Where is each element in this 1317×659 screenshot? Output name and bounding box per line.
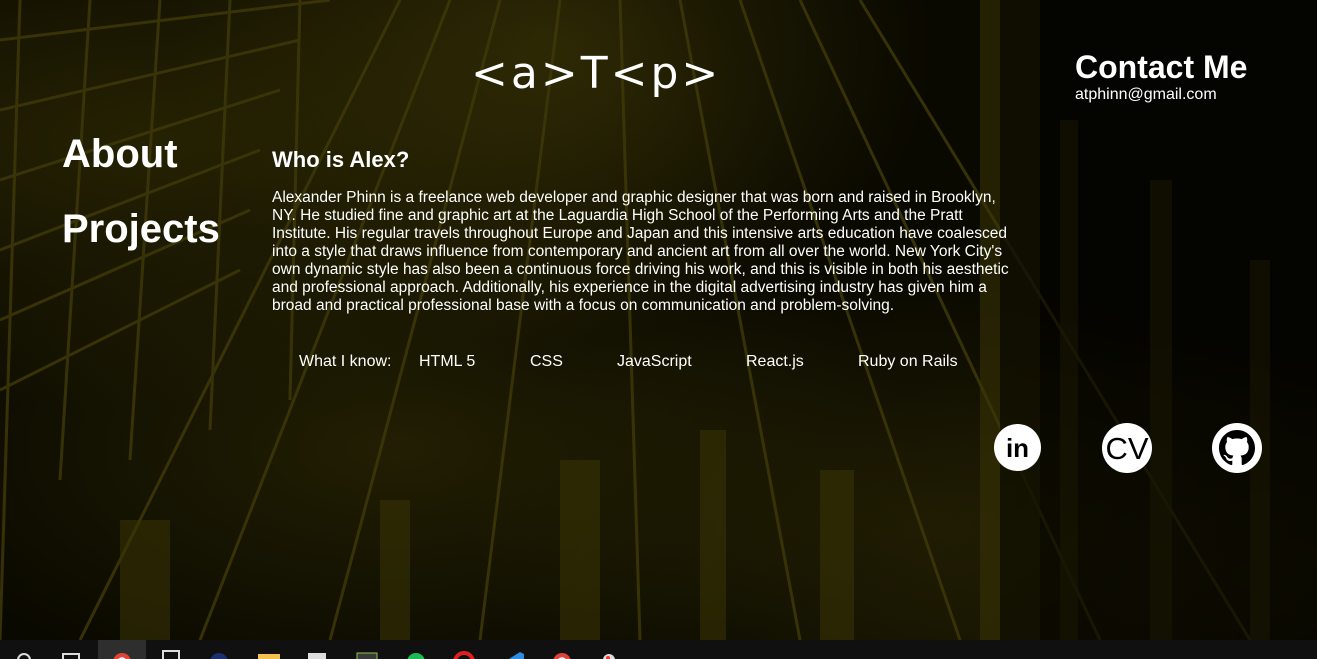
- skill-item: Ruby on Rails: [858, 353, 958, 370]
- linkedin-link[interactable]: in: [994, 424, 1041, 471]
- contact-section: Contact Me atphinn@gmail.com: [1075, 49, 1247, 104]
- app-green-icon: [407, 653, 425, 659]
- chrome-icon: [113, 653, 131, 659]
- contact-title: Contact Me: [1075, 49, 1248, 85]
- svg-text:CV: CV: [1105, 431, 1148, 466]
- taskbar-icons: [17, 650, 615, 659]
- svg-text:in: in: [1006, 433, 1029, 463]
- about-heading: Who is Alex?: [272, 147, 410, 172]
- chrome-icon: [553, 653, 571, 659]
- cv-icon: CV: [1105, 431, 1148, 466]
- cv-link[interactable]: CV: [1102, 423, 1152, 473]
- about-bio: Alexander Phinn is a freelance web devel…: [272, 189, 1009, 314]
- app-icon: [210, 653, 228, 659]
- opera-icon: [453, 651, 475, 659]
- search-icon: [17, 653, 31, 659]
- paint-icon: [603, 654, 615, 659]
- nav-projects-link[interactable]: Projects: [62, 207, 220, 251]
- terminal-icon: [356, 652, 378, 659]
- store-icon: [308, 653, 326, 659]
- calculator-icon: [162, 650, 180, 659]
- file-explorer-icon: [258, 654, 280, 659]
- windows-taskbar: [0, 640, 1317, 659]
- contact-email-link[interactable]: atphinn@gmail.com: [1075, 86, 1247, 104]
- skill-item: JavaScript: [617, 353, 692, 370]
- github-link[interactable]: [1212, 423, 1262, 473]
- skills-label: What I know:: [299, 353, 392, 370]
- skill-item: React.js: [746, 353, 804, 370]
- task-view-icon: [62, 653, 80, 659]
- nav-about-link[interactable]: About: [62, 132, 178, 176]
- skill-item: CSS: [530, 353, 563, 370]
- github-icon: [1219, 430, 1255, 466]
- linkedin-icon: in: [1006, 433, 1029, 463]
- site-logo[interactable]: <a>T<p>: [471, 46, 718, 102]
- vscode-icon: [508, 652, 524, 659]
- skill-item: HTML 5: [419, 353, 476, 370]
